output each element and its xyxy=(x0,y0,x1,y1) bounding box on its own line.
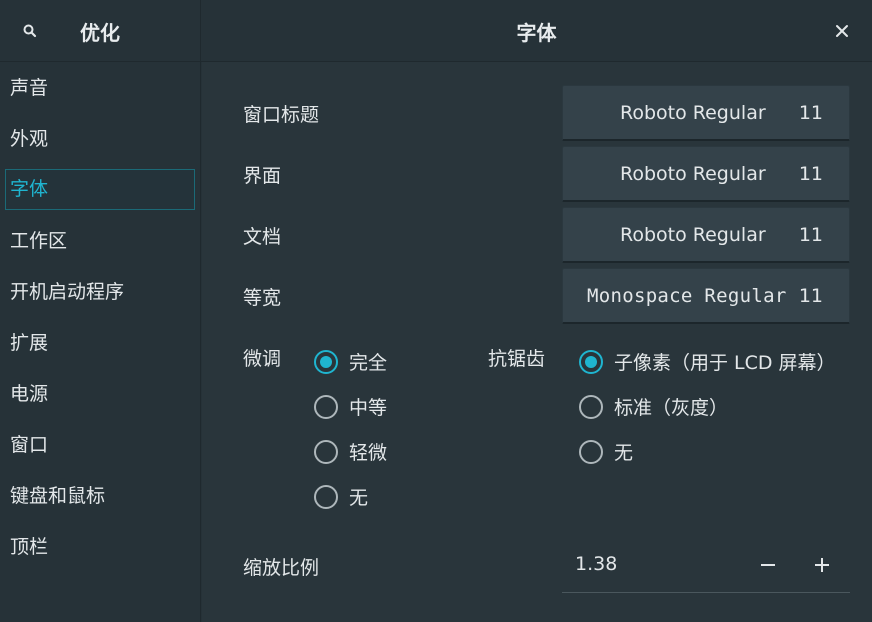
close-button[interactable] xyxy=(826,15,858,47)
hinting-option-full[interactable]: 完全 xyxy=(314,348,387,375)
hinting-option-slight[interactable]: 轻微 xyxy=(314,438,387,465)
sidebar-item-top-bar[interactable]: 顶栏 xyxy=(5,527,195,568)
scaling-increase-button[interactable] xyxy=(805,548,839,582)
sidebar-item-startup-apps[interactable]: 开机启动程序 xyxy=(5,272,195,313)
scaling-decrease-button[interactable] xyxy=(751,548,785,582)
radio-unchecked-icon xyxy=(314,439,338,464)
hinting-option-label: 中等 xyxy=(349,397,388,419)
sidebar-item-workspaces[interactable]: 工作区 xyxy=(5,221,195,262)
sidebar-item-extensions[interactable]: 扩展 xyxy=(5,323,195,364)
interface-font-label: 界面 xyxy=(243,165,282,187)
page-title: 字体 xyxy=(516,21,557,45)
antialiasing-option-label: 标准（灰度） xyxy=(614,397,729,419)
radio-checked-icon xyxy=(314,349,338,374)
antialiasing-label: 抗锯齿 xyxy=(488,348,546,370)
header-bar: 优化 字体 xyxy=(0,0,872,62)
header-left: 优化 xyxy=(0,0,201,62)
hinting-option-medium[interactable]: 中等 xyxy=(314,393,387,420)
document-font-size: 11 xyxy=(798,224,823,246)
close-icon xyxy=(836,25,848,37)
antialiasing-option-standard[interactable]: 标准（灰度） xyxy=(579,393,728,420)
window-title-font-button[interactable]: Roboto Regular 11 xyxy=(562,85,850,141)
interface-font-button[interactable]: Roboto Regular 11 xyxy=(562,146,850,202)
interface-font-name: Roboto Regular xyxy=(620,163,766,185)
sidebar: 声音 外观 字体 工作区 开机启动程序 扩展 电源 窗口 键盘和鼠标 顶栏 xyxy=(0,62,201,622)
window-title-font-name: Roboto Regular xyxy=(620,102,766,124)
antialiasing-option-label: 无 xyxy=(614,442,634,464)
main-panel: 窗口标题 Roboto Regular 11 界面 Roboto Regular… xyxy=(202,62,872,622)
scaling-divider xyxy=(562,592,850,593)
hinting-option-label: 完全 xyxy=(349,352,388,374)
scaling-label: 缩放比例 xyxy=(243,557,320,579)
hinting-option-label: 无 xyxy=(349,487,369,509)
plus-icon xyxy=(815,558,829,572)
radio-unchecked-icon xyxy=(579,439,603,464)
monospace-font-label: 等宽 xyxy=(243,287,282,309)
sidebar-item-fonts[interactable]: 字体 xyxy=(5,169,195,210)
sidebar-item-appearance[interactable]: 外观 xyxy=(5,119,195,160)
document-font-label: 文档 xyxy=(243,226,282,248)
radio-checked-icon xyxy=(579,349,603,374)
monospace-font-size: 11 xyxy=(798,285,823,307)
document-font-button[interactable]: Roboto Regular 11 xyxy=(562,207,850,263)
app-title: 优化 xyxy=(80,21,120,45)
monospace-font-button[interactable]: Monospace Regular 11 xyxy=(562,268,850,324)
window-title-font-label: 窗口标题 xyxy=(243,104,320,126)
sidebar-item-windows[interactable]: 窗口 xyxy=(5,425,195,466)
search-button[interactable] xyxy=(14,15,46,47)
hinting-label: 微调 xyxy=(243,348,282,370)
hinting-option-label: 轻微 xyxy=(349,442,388,464)
antialiasing-option-label: 子像素（用于 LCD 屏幕） xyxy=(614,352,836,374)
interface-font-size: 11 xyxy=(798,163,823,185)
radio-unchecked-icon xyxy=(579,394,603,419)
sidebar-item-sound[interactable]: 声音 xyxy=(5,68,195,109)
radio-unchecked-icon xyxy=(314,484,338,509)
antialiasing-option-none[interactable]: 无 xyxy=(579,438,633,465)
sidebar-item-power[interactable]: 电源 xyxy=(5,374,195,415)
window-title-font-size: 11 xyxy=(798,102,823,124)
radio-unchecked-icon xyxy=(314,394,338,419)
monospace-font-name: Monospace Regular xyxy=(587,285,787,307)
sidebar-item-keyboard-mouse[interactable]: 键盘和鼠标 xyxy=(5,476,195,517)
scaling-value-input[interactable]: 1.38 xyxy=(575,553,617,575)
document-font-name: Roboto Regular xyxy=(620,224,766,246)
search-icon xyxy=(23,24,37,38)
minus-icon xyxy=(761,564,775,566)
hinting-option-none[interactable]: 无 xyxy=(314,483,368,510)
antialiasing-option-subpixel[interactable]: 子像素（用于 LCD 屏幕） xyxy=(579,348,836,375)
